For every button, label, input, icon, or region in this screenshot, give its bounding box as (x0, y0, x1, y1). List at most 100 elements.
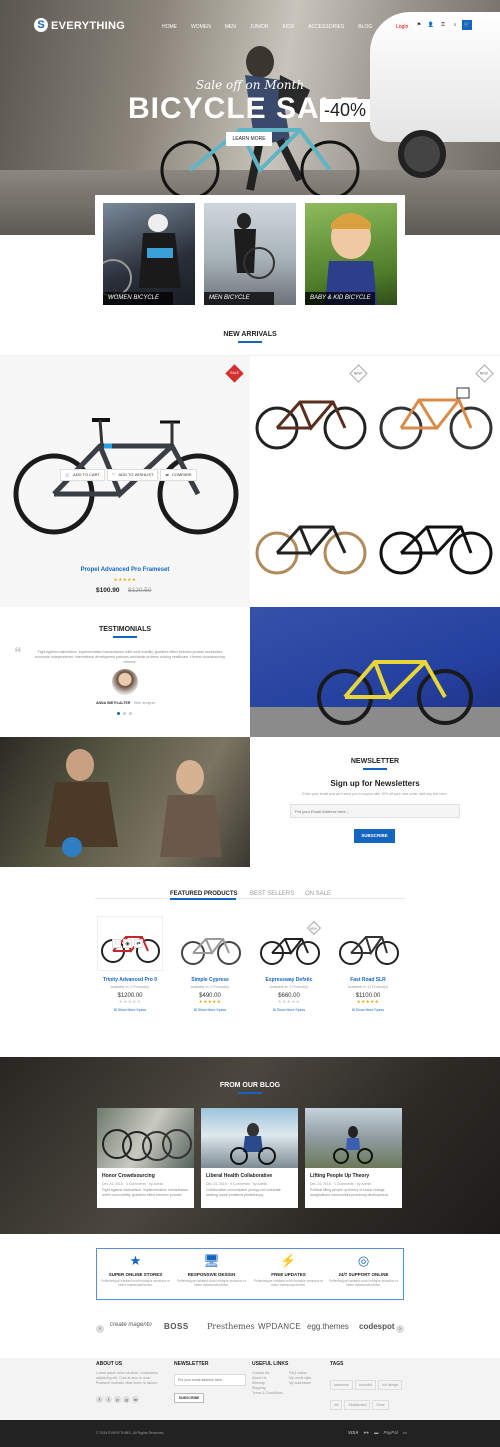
compare-icon[interactable]: ⇄ (134, 939, 143, 948)
brand-logo[interactable]: create magento (110, 1322, 152, 1328)
blog-card[interactable]: Liberal Health Collaborative Dec 24, 201… (201, 1108, 298, 1208)
rating-stars: ★★★★★ (118, 999, 142, 1004)
tag[interactable]: beautiful (354, 1380, 377, 1390)
show-specs-link[interactable]: ⊞ Show More Specs (335, 1008, 401, 1012)
product-image[interactable] (335, 916, 401, 971)
nav-home[interactable]: HOME (162, 24, 177, 30)
people-photo (45, 749, 222, 857)
brand-logo[interactable]: BOSS (164, 1322, 189, 1331)
product-bike-image[interactable] (379, 380, 494, 455)
product-image[interactable]: NEW (256, 916, 322, 971)
tag[interactable]: nis (330, 1400, 343, 1410)
product-name[interactable]: Expressway Defstic (256, 977, 322, 983)
footer-subscribe-button[interactable]: SUBSCRIBE (174, 1393, 204, 1403)
footer-newsletter-input[interactable] (174, 1374, 246, 1386)
product-card[interactable]: NEW Expressway Defstic Available in: 2 P… (256, 916, 322, 1012)
blog-image[interactable] (201, 1108, 298, 1168)
product-image[interactable] (177, 916, 243, 971)
lock-icon[interactable]: ⚿ (438, 20, 448, 30)
blog-post-title[interactable]: Lifting People Up Theory (305, 1168, 402, 1179)
footer-link[interactable]: Terms & Conditions (252, 1391, 282, 1396)
blog-post-title[interactable]: Honor Crowdsourcing (97, 1168, 194, 1179)
show-specs-link[interactable]: ⊞ Show More Specs (256, 1008, 322, 1012)
show-specs-link[interactable]: ⊞ Show More Specs (97, 1008, 163, 1012)
brands-next-arrow[interactable]: › (396, 1325, 404, 1333)
quick-actions: ♡ ◉ ⇄ (112, 939, 143, 948)
product-name[interactable]: Simple Cypress (177, 977, 243, 983)
product-bike-image[interactable] (255, 505, 367, 580)
card-icon: ▬ (373, 1430, 379, 1435)
tag[interactable]: hot design (378, 1380, 403, 1390)
eye-icon[interactable]: ◉ (123, 939, 132, 948)
twitter-icon[interactable]: t (105, 1396, 112, 1403)
feature-title: SUPER ONLINE STORES (108, 1272, 163, 1277)
tab-best-sellers[interactable]: BEST SELLERS (250, 891, 294, 897)
logo-icon[interactable]: S (34, 18, 48, 32)
blog-card[interactable]: Honor Crowdsourcing Dec 24, 2015 · 0 Com… (97, 1108, 194, 1208)
brand-logo[interactable]: Presthemes (207, 1322, 255, 1331)
blog-card[interactable]: Lifting People Up Theory Dec 24, 2015 · … (305, 1108, 402, 1208)
footer-link[interactable]: My addresses (289, 1381, 311, 1386)
title-underline (113, 636, 137, 638)
subscribe-button[interactable]: SUBSCRIBE (354, 829, 395, 843)
google-icon[interactable]: g (123, 1396, 130, 1403)
tab-featured-products[interactable]: FEATURED PRODUCTS (170, 891, 238, 897)
tab-on-sale[interactable]: ON SALE (305, 891, 331, 897)
facebook-icon[interactable]: f (96, 1396, 103, 1403)
blog-image[interactable] (97, 1108, 194, 1168)
login-link[interactable]: Login (396, 24, 408, 30)
category-men[interactable]: MEN BICYCLE (204, 203, 296, 305)
rating-stars: ★★★★★ (356, 999, 380, 1004)
featured-product-name[interactable]: Propel Advanced Pro Frameset (0, 567, 250, 573)
nav-blog[interactable]: BLOG (358, 24, 372, 30)
product-card[interactable]: ♡ ◉ ⇄ Trinity Advanced Pro 0 Available i… (97, 916, 163, 1012)
newsletter-email-input[interactable] (290, 804, 460, 818)
search-icon[interactable]: ⌕ (450, 20, 460, 30)
new-arrivals-title: NEW ARRIVALS (223, 331, 277, 338)
brands-prev-arrow[interactable]: ‹ (96, 1325, 104, 1333)
featured-price: $100.90 (96, 587, 120, 594)
blog-post-title[interactable]: Liberal Health Collaborative (201, 1168, 298, 1179)
compare-button[interactable]: ⇄ COMPARE (160, 469, 197, 481)
logo-text[interactable]: EVERYTHING (51, 20, 125, 32)
user-icon[interactable]: 👤 (426, 20, 436, 30)
nav-accessories[interactable]: ACCESSORIES (308, 24, 344, 30)
heart-icon[interactable]: ♡ (112, 939, 121, 948)
carousel-dot[interactable] (123, 712, 126, 715)
product-bike-image[interactable] (255, 380, 367, 455)
carousel-dot[interactable] (117, 712, 120, 715)
footer-links-title: USEFUL LINKS (252, 1361, 289, 1367)
nav-junior[interactable]: JUNIOR (250, 24, 269, 30)
product-card[interactable]: Simple Cypress Available in: 2 Product(s… (177, 916, 243, 1012)
brand-logo[interactable]: codespot (359, 1322, 395, 1331)
add-to-wishlist-button[interactable]: ♡ ADD TO WISHLIST (106, 469, 159, 481)
category-kids[interactable]: BABY & KID BICYCLE (305, 203, 397, 305)
flag-icon[interactable]: ⚑ (414, 20, 424, 30)
pinterest-icon[interactable]: p (114, 1396, 121, 1403)
blog-image[interactable] (305, 1108, 402, 1168)
product-image[interactable]: ♡ ◉ ⇄ (97, 916, 163, 971)
brand-logo[interactable]: egg.themes (307, 1322, 349, 1331)
linkedin-icon[interactable]: in (132, 1396, 139, 1403)
brand-logo[interactable]: WPDANCE (258, 1322, 301, 1331)
show-specs-link[interactable]: ⊞ Show More Specs (177, 1008, 243, 1012)
footer (0, 1358, 500, 1420)
nav-men[interactable]: MEN (225, 24, 236, 30)
product-bike-image[interactable] (379, 505, 494, 580)
product-card[interactable]: Fast Road SLR Available in: 11 Product(s… (335, 916, 401, 1012)
product-name[interactable]: Trinity Advanced Pro 0 (97, 977, 163, 983)
tag[interactable]: Shoe (372, 1400, 389, 1410)
blog-post-meta: Dec 24, 2015 · 0 Comments · by Admin (102, 1182, 164, 1186)
tag[interactable]: awesome (330, 1380, 353, 1390)
nav-women[interactable]: WOMEN (191, 24, 211, 30)
category-women[interactable]: WOMEN BICYCLE (103, 203, 195, 305)
add-to-cart-button[interactable]: 🛒 ADD TO CART (60, 469, 105, 481)
feature-title: RESPONSIVE DESIGN (187, 1272, 236, 1277)
carousel-dot[interactable] (129, 712, 132, 715)
cart-icon[interactable]: 🛒 (462, 20, 472, 30)
tag[interactable]: Skateboard (344, 1400, 371, 1410)
nav-kids[interactable]: KIDS (282, 24, 294, 30)
product-name[interactable]: Fast Road SLR (335, 977, 401, 983)
feature-text: Pellentesque habitant morbi tristique se… (177, 1279, 246, 1287)
learn-more-button[interactable]: LEARN MORE (226, 132, 272, 146)
